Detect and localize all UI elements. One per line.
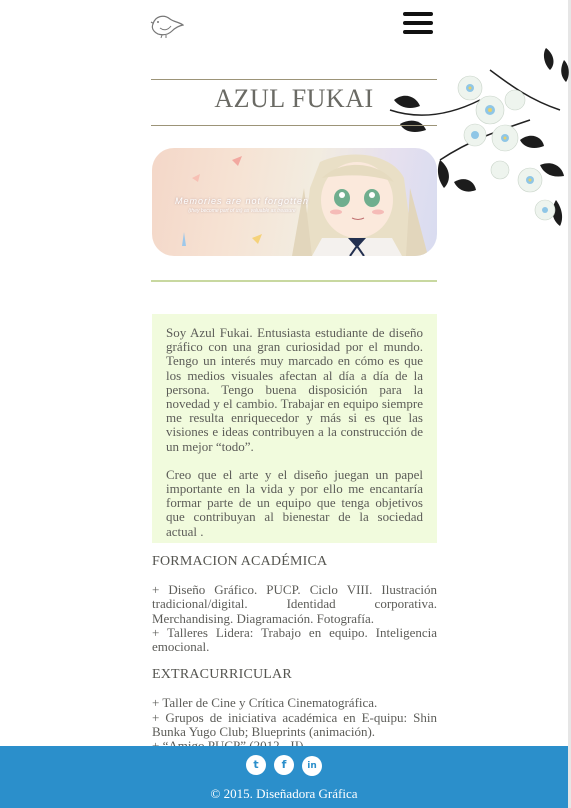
hamburger-menu-icon[interactable] bbox=[403, 12, 433, 36]
education-heading: FORMACION ACADÉMICA bbox=[152, 554, 328, 569]
education-item: + Talleres Lidera: Trabajo en equipo. In… bbox=[152, 624, 437, 655]
social-links: t f in bbox=[0, 755, 568, 776]
twitter-icon[interactable]: t bbox=[246, 755, 266, 775]
resume-content: FORMACION ACADÉMICA + Diseño Gráfico. PU… bbox=[152, 554, 437, 753]
banner-caption-line2: (they become part of us) as valuable as … bbox=[188, 208, 296, 214]
menu-bar bbox=[403, 12, 433, 16]
header-banner-image: Memories are not forgotten (they become … bbox=[152, 148, 437, 256]
title-bottom-rule bbox=[151, 125, 437, 126]
site-footer: t f in © 2015. Diseñadora Gráfica bbox=[0, 746, 568, 808]
list-item: + Taller de Cine y Crítica Cinematográfi… bbox=[152, 695, 378, 711]
banner-caption-line1: Memories are not forgotten bbox=[174, 196, 310, 206]
copyright-text: © 2015. Diseñadora Gráfica bbox=[210, 786, 358, 801]
site-title: AZUL FUKAI bbox=[214, 84, 374, 113]
list-item: + Grupos de iniciativa académica en E-qu… bbox=[152, 709, 437, 739]
menu-bar bbox=[403, 21, 433, 25]
about-paragraph: Soy Azul Fukai. Entusiasta estudiante de… bbox=[166, 325, 423, 454]
linkedin-icon[interactable]: in bbox=[302, 756, 322, 776]
facebook-icon[interactable]: f bbox=[274, 755, 294, 775]
menu-bar bbox=[403, 30, 433, 34]
title-top-rule bbox=[151, 79, 437, 80]
bird-icon[interactable] bbox=[150, 11, 184, 39]
list-item: + Diseño Gráfico. PUCP. Ciclo VIII. Ilus… bbox=[152, 583, 437, 626]
extracurricular-heading: EXTRACURRICULAR bbox=[152, 667, 292, 683]
section-divider bbox=[151, 280, 437, 282]
about-paragraph: Creo que el arte y el diseño juegan un p… bbox=[166, 466, 423, 539]
about-box: Soy Azul Fukai. Entusiasta estudiante de… bbox=[152, 314, 437, 543]
banner-caption: Memories are not forgotten (they become … bbox=[172, 196, 312, 214]
education-item: + Diseño Gráfico. PUCP. Ciclo VIII. Ilus… bbox=[152, 582, 437, 626]
list-item: + Talleres Lidera: Trabajo en equipo. In… bbox=[152, 624, 437, 655]
